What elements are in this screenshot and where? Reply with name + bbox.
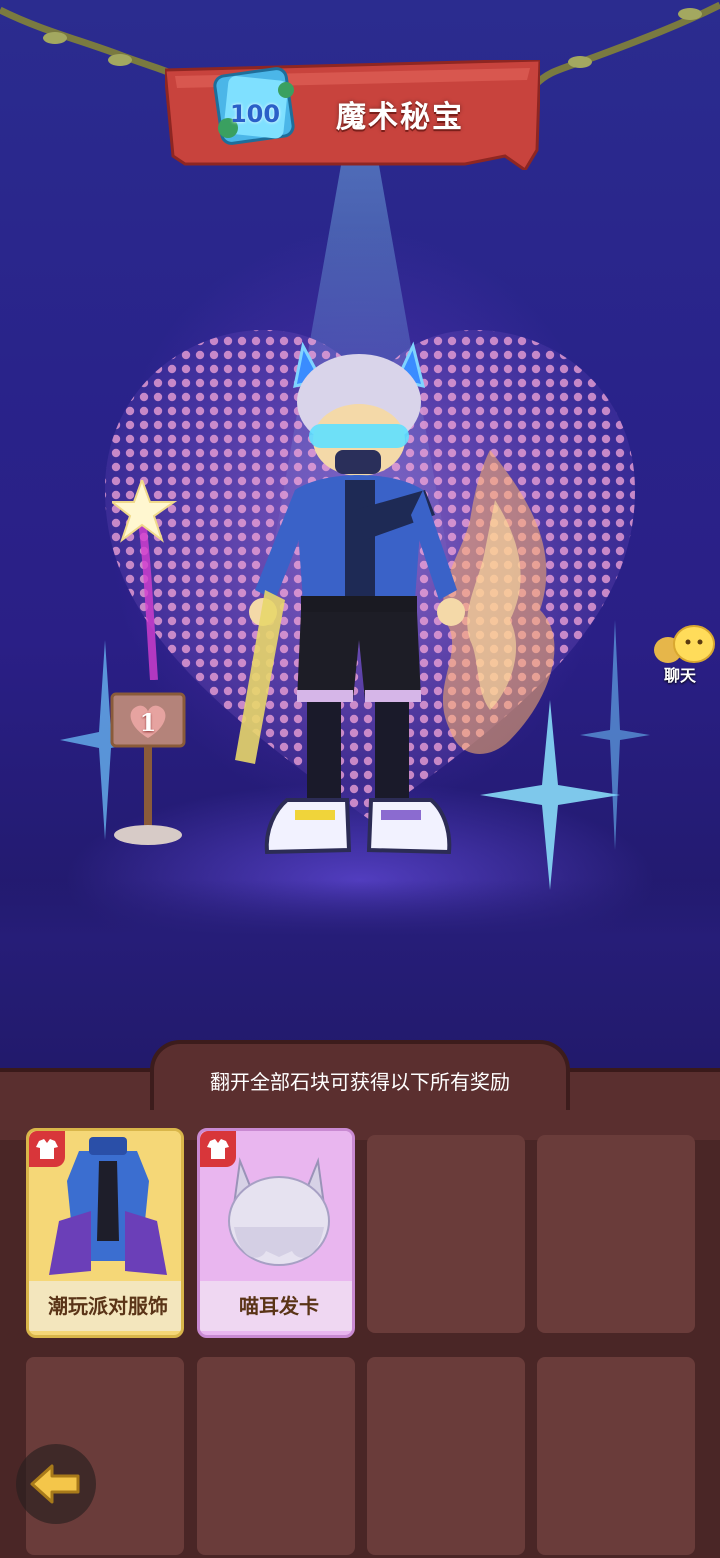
- reward-name: 潮玩派对服饰: [29, 1281, 181, 1331]
- card-pack-number: 100: [229, 100, 281, 128]
- vine-right-decoration: [532, 1, 720, 88]
- sign-number: 1: [139, 708, 157, 737]
- player-avatar: [235, 341, 465, 855]
- empty-reward-slot: [367, 1135, 525, 1333]
- empty-reward-slot: [537, 1135, 695, 1333]
- page-title: 魔术秘宝: [336, 100, 464, 135]
- empty-reward-slot: [197, 1357, 355, 1555]
- shirt-tag-icon: [29, 1131, 65, 1167]
- empty-reward-slot: [367, 1357, 525, 1555]
- reward-card-cat-ear[interactable]: 喵耳发卡: [197, 1128, 355, 1338]
- back-button[interactable]: [16, 1444, 96, 1524]
- shirt-tag-icon: [200, 1131, 236, 1167]
- reward-card-outfit[interactable]: 潮玩派对服饰: [26, 1128, 184, 1338]
- reward-name: 喵耳发卡: [200, 1281, 352, 1331]
- sparkle-decoration: [580, 620, 650, 850]
- empty-reward-slot: [537, 1357, 695, 1555]
- rewards-title: 翻开全部石块可获得以下所有奖励: [210, 1070, 510, 1094]
- chat-label[interactable]: 聊天: [650, 662, 710, 686]
- star-wand-prop: [112, 480, 178, 680]
- back-arrow-icon: [30, 1464, 80, 1504]
